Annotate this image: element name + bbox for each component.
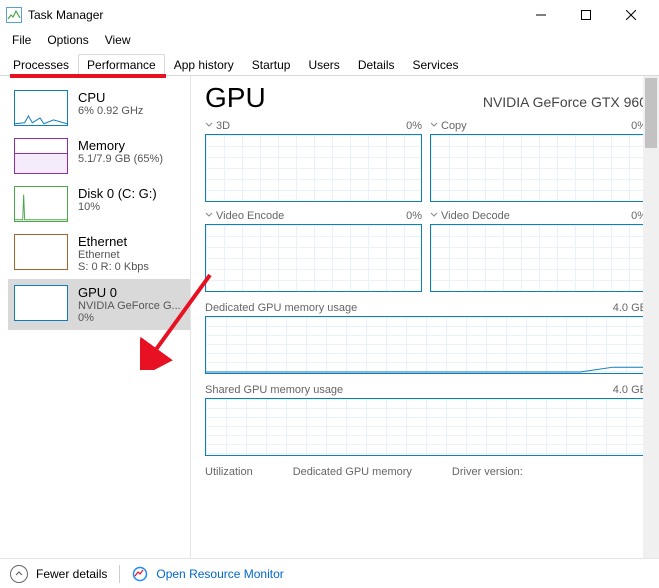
sidebar-ethernet-sub: Ethernet bbox=[78, 249, 149, 261]
tab-strip: Processes Performance App history Startu… bbox=[0, 50, 659, 76]
chart-ve-canvas bbox=[205, 224, 422, 292]
ethernet-thumb bbox=[14, 234, 68, 270]
menubar: File Options View bbox=[0, 30, 659, 50]
dedicated-value: 4.0 GB bbox=[613, 302, 647, 314]
menu-view[interactable]: View bbox=[97, 31, 139, 49]
dedicated-label: Dedicated GPU memory usage bbox=[205, 302, 357, 314]
sidebar-cpu-name: CPU bbox=[78, 90, 143, 105]
sidebar-cpu-sub: 6% 0.92 GHz bbox=[78, 105, 143, 117]
sidebar-gpu-sub2: 0% bbox=[78, 312, 181, 324]
close-button[interactable] bbox=[608, 0, 653, 30]
stat-utilization: Utilization bbox=[205, 466, 253, 478]
sidebar-ethernet-name: Ethernet bbox=[78, 234, 149, 249]
resource-monitor-icon[interactable] bbox=[132, 566, 148, 582]
minimize-button[interactable] bbox=[518, 0, 563, 30]
sidebar-gpu-name: GPU 0 bbox=[78, 285, 181, 300]
chart-copy-canvas bbox=[430, 134, 647, 202]
scrollbar[interactable] bbox=[643, 76, 659, 558]
menu-file[interactable]: File bbox=[4, 31, 39, 49]
disk-thumb bbox=[14, 186, 68, 222]
tab-users[interactable]: Users bbox=[299, 54, 348, 75]
sidebar-disk-sub: 10% bbox=[78, 201, 157, 213]
chart-vd-canvas bbox=[430, 224, 647, 292]
chart-vd-label: Video Decode bbox=[441, 210, 510, 222]
maximize-button[interactable] bbox=[563, 0, 608, 30]
gpu-title: GPU bbox=[205, 82, 266, 114]
gpu-stats-row: Utilization Dedicated GPU memory Driver … bbox=[205, 466, 647, 478]
sidebar-item-cpu[interactable]: CPU 6% 0.92 GHz bbox=[8, 84, 190, 132]
chart-3d-label: 3D bbox=[216, 120, 230, 132]
sidebar: CPU 6% 0.92 GHz Memory 5.1/7.9 GB (65%) … bbox=[0, 76, 190, 558]
cpu-thumb bbox=[14, 90, 68, 126]
open-resource-monitor-link[interactable]: Open Resource Monitor bbox=[156, 567, 283, 581]
fewer-details-icon[interactable] bbox=[10, 565, 28, 583]
chart-3d-value: 0% bbox=[406, 120, 422, 132]
task-manager-icon bbox=[6, 7, 22, 23]
tab-processes[interactable]: Processes bbox=[4, 54, 78, 75]
stat-dedicated: Dedicated GPU memory bbox=[293, 466, 412, 478]
sidebar-item-gpu[interactable]: GPU 0 NVIDIA GeForce G... 0% bbox=[8, 279, 190, 330]
chevron-down-icon bbox=[205, 120, 213, 132]
tab-services[interactable]: Services bbox=[404, 54, 468, 75]
chart-ve-value: 0% bbox=[406, 210, 422, 222]
chart-3d[interactable]: 3D 0% bbox=[205, 120, 422, 202]
tab-app-history[interactable]: App history bbox=[165, 54, 243, 75]
chart-ve-label: Video Encode bbox=[216, 210, 284, 222]
gpu-model: NVIDIA GeForce GTX 960 bbox=[483, 94, 647, 110]
chart-shared-mem: Shared GPU memory usage 4.0 GB bbox=[205, 384, 647, 456]
stat-driver: Driver version: bbox=[452, 466, 523, 478]
memory-thumb bbox=[14, 138, 68, 174]
tab-details[interactable]: Details bbox=[349, 54, 404, 75]
chart-dedicated-canvas bbox=[205, 316, 647, 374]
annotation-underline bbox=[10, 74, 166, 78]
divider bbox=[119, 565, 120, 583]
chevron-down-icon bbox=[430, 120, 438, 132]
window-title: Task Manager bbox=[28, 8, 103, 22]
sidebar-memory-sub: 5.1/7.9 GB (65%) bbox=[78, 153, 163, 165]
chart-copy-label: Copy bbox=[441, 120, 467, 132]
chevron-down-icon bbox=[205, 210, 213, 222]
bottom-bar: Fewer details Open Resource Monitor bbox=[0, 558, 659, 588]
chart-shared-canvas bbox=[205, 398, 647, 456]
sidebar-item-ethernet[interactable]: Ethernet Ethernet S: 0 R: 0 Kbps bbox=[8, 228, 190, 279]
chart-dedicated-mem: Dedicated GPU memory usage 4.0 GB bbox=[205, 302, 647, 374]
chevron-down-icon bbox=[430, 210, 438, 222]
gpu-thumb bbox=[14, 285, 68, 321]
sidebar-memory-name: Memory bbox=[78, 138, 163, 153]
chart-copy[interactable]: Copy 0% bbox=[430, 120, 647, 202]
sidebar-item-disk[interactable]: Disk 0 (C: G:) 10% bbox=[8, 180, 190, 228]
content-area: GPU NVIDIA GeForce GTX 960 3D 0% Copy 0% bbox=[190, 76, 659, 558]
sidebar-disk-name: Disk 0 (C: G:) bbox=[78, 186, 157, 201]
chart-video-encode[interactable]: Video Encode 0% bbox=[205, 210, 422, 292]
chart-3d-canvas bbox=[205, 134, 422, 202]
tab-performance[interactable]: Performance bbox=[78, 54, 165, 76]
shared-label: Shared GPU memory usage bbox=[205, 384, 343, 396]
tab-startup[interactable]: Startup bbox=[243, 54, 300, 75]
fewer-details-label[interactable]: Fewer details bbox=[36, 567, 107, 581]
titlebar[interactable]: Task Manager bbox=[0, 0, 659, 30]
sidebar-ethernet-sub2: S: 0 R: 0 Kbps bbox=[78, 261, 149, 273]
shared-value: 4.0 GB bbox=[613, 384, 647, 396]
scrollbar-thumb[interactable] bbox=[645, 78, 657, 148]
menu-options[interactable]: Options bbox=[39, 31, 96, 49]
chart-video-decode[interactable]: Video Decode 0% bbox=[430, 210, 647, 292]
sidebar-gpu-sub: NVIDIA GeForce G... bbox=[78, 300, 181, 312]
sidebar-item-memory[interactable]: Memory 5.1/7.9 GB (65%) bbox=[8, 132, 190, 180]
